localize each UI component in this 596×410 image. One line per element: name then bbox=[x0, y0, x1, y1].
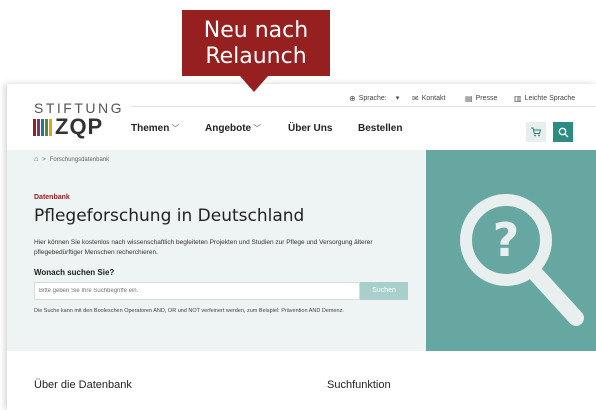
language-selector[interactable]: ⊕ Sprache: ▾ bbox=[349, 92, 399, 104]
home-icon[interactable]: ⌂ bbox=[34, 156, 38, 163]
chevron-down-icon: ▾ bbox=[395, 95, 400, 102]
section-heading-about: Über die Datenbank bbox=[34, 379, 132, 391]
logo-text-zqp: ZQP bbox=[55, 114, 104, 139]
breadcrumb-separator: > bbox=[42, 156, 46, 163]
search-hint: Die Suche kann mit den Booleschen Operat… bbox=[34, 308, 344, 314]
website-screenshot: STIFTUNG ZQP ⊕ Sprache: ▾ ✉ Kontakt ▤ Pr… bbox=[7, 84, 596, 410]
easy-language-link[interactable]: ▥ Leichte Sprache bbox=[514, 92, 575, 104]
hero-description: Hier können Sie kostenlos nach wissensch… bbox=[34, 239, 373, 256]
language-label: Sprache: bbox=[358, 94, 387, 102]
callout-line-2: Relaunch bbox=[205, 44, 307, 69]
press-link[interactable]: ▤ Presse bbox=[465, 92, 497, 104]
utility-divider bbox=[131, 106, 596, 107]
magnifier-question-icon: ? bbox=[460, 194, 584, 326]
breadcrumb: ⌂ > Forschungsdatenbank bbox=[34, 156, 109, 163]
search-input[interactable] bbox=[34, 282, 360, 300]
easy-language-label: Leichte Sprache bbox=[524, 94, 576, 102]
section-heading-search: Suchfunktion bbox=[327, 379, 391, 391]
nav-label: Themen bbox=[131, 123, 170, 134]
relaunch-callout: Neu nach Relaunch bbox=[182, 10, 330, 76]
press-label: Presse bbox=[475, 94, 498, 102]
nav-angebote[interactable]: Angebote ﹀ bbox=[205, 123, 261, 134]
hero-kicker: Datenbank bbox=[34, 194, 70, 201]
document-icon: ▤ bbox=[465, 93, 473, 103]
hero-illustration: ? bbox=[426, 150, 596, 351]
nav-bestellen[interactable]: Bestellen bbox=[358, 123, 402, 134]
chevron-down-icon: ﹀ bbox=[253, 124, 262, 133]
cart-button[interactable] bbox=[526, 122, 546, 142]
contact-label: Kontakt bbox=[421, 94, 446, 102]
contact-link[interactable]: ✉ Kontakt bbox=[412, 92, 445, 104]
logo-bars-icon bbox=[33, 118, 52, 136]
nav-label: Angebote bbox=[205, 123, 252, 134]
nav-themen[interactable]: Themen ﹀ bbox=[131, 123, 179, 134]
cart-icon bbox=[531, 127, 542, 137]
hero-section: ⌂ > Forschungsdatenbank Datenbank Pflege… bbox=[7, 150, 426, 351]
nav-ueber-uns[interactable]: Über Uns bbox=[288, 123, 332, 134]
page-title: Pflegeforschung in Deutschland bbox=[34, 206, 305, 226]
search-submit-button[interactable]: Suchen bbox=[360, 282, 408, 300]
book-icon: ▥ bbox=[514, 93, 522, 103]
nav-label: Bestellen bbox=[358, 123, 403, 134]
callout-arrow bbox=[240, 76, 268, 92]
callout-line-1: Neu nach bbox=[203, 18, 309, 43]
chevron-down-icon: ﹀ bbox=[171, 124, 180, 133]
svg-text:?: ? bbox=[493, 213, 520, 267]
mail-icon: ✉ bbox=[412, 93, 419, 103]
logo[interactable]: ZQP bbox=[33, 114, 104, 139]
site-header: STIFTUNG ZQP ⊕ Sprache: ▾ ✉ Kontakt ▤ Pr… bbox=[7, 84, 596, 150]
search-icon bbox=[558, 127, 568, 137]
breadcrumb-current: Forschungsdatenbank bbox=[49, 156, 110, 163]
globe-icon: ⊕ bbox=[349, 93, 356, 103]
search-label: Wonach suchen Sie? bbox=[34, 268, 115, 277]
header-search-button[interactable] bbox=[553, 122, 573, 142]
nav-label: Über Uns bbox=[288, 123, 333, 134]
